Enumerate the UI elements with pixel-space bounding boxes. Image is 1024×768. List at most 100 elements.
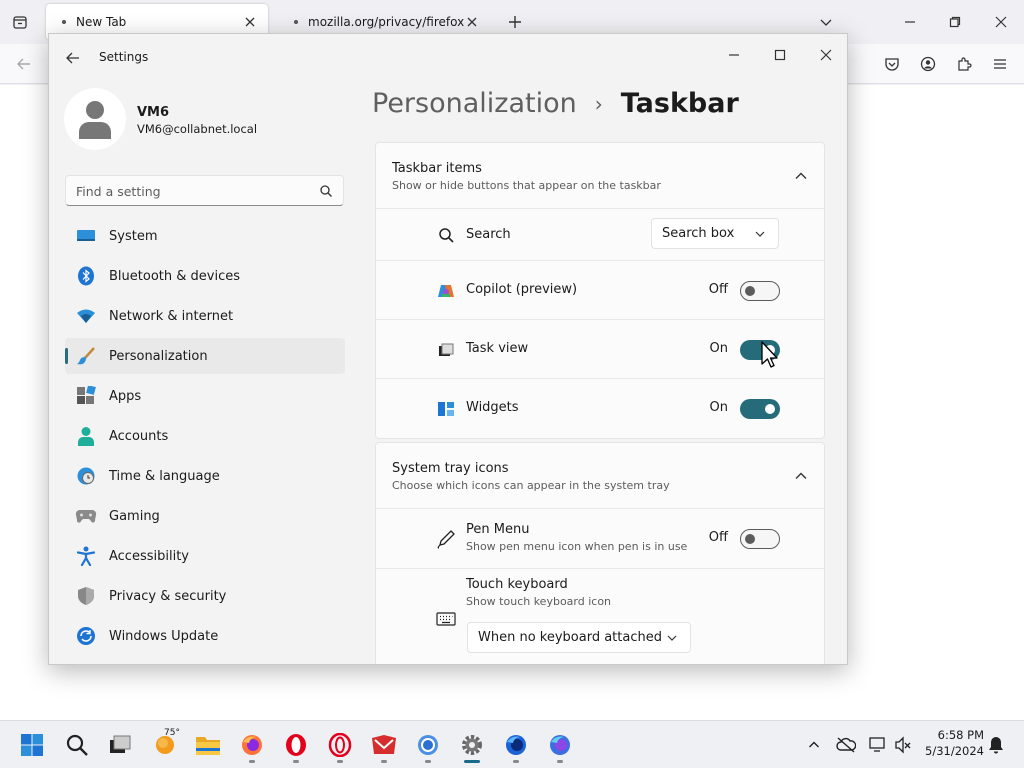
firefox-nightly-icon[interactable]: [546, 731, 574, 763]
vivaldi-mail-icon[interactable]: [370, 731, 398, 763]
apps-icon: [75, 385, 97, 407]
dropdown-value: When no keyboard attached: [478, 630, 662, 645]
minimize-icon[interactable]: [898, 10, 922, 34]
nav-item-bluetooth[interactable]: Bluetooth & devices: [65, 258, 345, 294]
nav-item-accounts[interactable]: Accounts: [65, 418, 345, 454]
chevron-up-icon[interactable]: [794, 169, 808, 183]
firefox-icon[interactable]: [238, 731, 266, 763]
copilot-row: Copilot (preview) Off: [376, 261, 824, 320]
nav-item-privacy-security[interactable]: Privacy & security: [65, 578, 345, 614]
chevron-down-icon: [667, 635, 677, 641]
opera-gx-icon[interactable]: [326, 731, 354, 763]
copilot-label: Copilot (preview): [466, 282, 578, 297]
chevron-down-icon: [755, 231, 765, 237]
system-tray-header[interactable]: System tray icons Choose which icons can…: [376, 443, 824, 509]
task-view-state: On: [709, 341, 728, 356]
page-title: Taskbar: [620, 88, 739, 119]
close-tab-icon[interactable]: [242, 14, 258, 30]
settings-close-icon[interactable]: [811, 40, 841, 70]
account-icon[interactable]: [918, 54, 938, 74]
nav-item-label: Time & language: [109, 468, 220, 484]
task-view-icon[interactable]: [106, 731, 134, 759]
close-tab-icon[interactable]: [464, 14, 480, 30]
file-explorer-icon[interactable]: [194, 731, 222, 759]
running-indicator: [249, 760, 255, 763]
new-tab-plus-icon[interactable]: [505, 12, 525, 32]
nav-item-windows-update[interactable]: Windows Update: [65, 618, 345, 654]
nav-item-personalization[interactable]: Personalization: [65, 338, 345, 374]
volume-muted-icon[interactable]: [893, 735, 913, 755]
hamburger-menu-icon[interactable]: [990, 54, 1010, 74]
nav-item-apps[interactable]: Apps: [65, 378, 345, 414]
card-description: Choose which icons can appear in the sys…: [392, 479, 670, 492]
nav-item-accessibility[interactable]: Accessibility: [65, 538, 345, 574]
taskbar-items-header[interactable]: Taskbar items Show or hide buttons that …: [376, 143, 824, 209]
search-mode-dropdown[interactable]: Search box: [651, 218, 779, 249]
nav-item-label: System: [109, 228, 158, 244]
tab-overflow-chevron-icon[interactable]: [814, 10, 838, 34]
extensions-icon[interactable]: [954, 54, 974, 74]
tab-list-icon[interactable]: [8, 10, 32, 34]
chrome-icon[interactable]: [414, 731, 442, 763]
widgets-state: On: [709, 400, 728, 415]
browser-tab-title: mozilla.org/privacy/firefox/: [308, 15, 464, 29]
pen-icon: [436, 529, 456, 549]
dropdown-value: Search box: [662, 226, 735, 241]
card-description: Show or hide buttons that appear on the …: [392, 179, 661, 192]
mouse-cursor-icon: [761, 341, 778, 368]
avatar[interactable]: [64, 88, 126, 150]
card-title: System tray icons: [392, 461, 509, 476]
pen-menu-toggle[interactable]: [740, 529, 780, 549]
keyboard-icon: [436, 609, 456, 629]
touch-keyboard-dropdown[interactable]: When no keyboard attached: [467, 622, 691, 653]
back-arrow-icon[interactable]: [63, 48, 83, 68]
settings-minimize-icon[interactable]: [719, 40, 749, 70]
breadcrumb-separator: ›: [594, 91, 603, 116]
nav-item-gaming[interactable]: Gaming: [65, 498, 345, 534]
settings-maximize-icon[interactable]: [765, 40, 795, 70]
pocket-icon[interactable]: [882, 54, 902, 74]
search-icon: [320, 185, 332, 197]
close-browser-icon[interactable]: [989, 10, 1013, 34]
breadcrumb-parent[interactable]: Personalization: [372, 88, 577, 119]
tray-overflow-chevron-icon[interactable]: [804, 735, 824, 755]
taskbar-clock-time[interactable]: 6:58 PM: [924, 728, 984, 742]
tab-dot-icon: [62, 20, 66, 24]
nav-item-network[interactable]: Network & internet: [65, 298, 345, 334]
running-indicator: [513, 760, 519, 763]
onedrive-offline-icon[interactable]: [836, 735, 856, 755]
tab-dot-icon: [294, 20, 298, 24]
opera-icon[interactable]: [282, 731, 310, 763]
notification-bell-icon[interactable]: [986, 735, 1006, 755]
browser-back-icon[interactable]: [14, 54, 34, 74]
nav-item-label: Accessibility: [109, 548, 189, 564]
user-email: VM6@collabnet.local: [137, 122, 258, 136]
running-indicator: [464, 760, 480, 763]
running-indicator: [381, 760, 387, 763]
restore-icon[interactable]: [943, 10, 967, 34]
network-monitor-icon[interactable]: [868, 735, 888, 755]
widgets-row: Widgets On: [376, 379, 824, 438]
search-label: Search: [466, 227, 511, 242]
widgets-toggle[interactable]: [740, 399, 780, 419]
nav-item-label: Network & internet: [109, 308, 234, 324]
card-title: Taskbar items: [392, 161, 482, 176]
chevron-up-icon[interactable]: [794, 469, 808, 483]
taskbar-search-icon[interactable]: [63, 731, 91, 759]
nav-item-system[interactable]: System: [65, 218, 345, 254]
toggle-knob: [745, 534, 755, 544]
widgets-label: Widgets: [466, 400, 519, 415]
find-setting-search[interactable]: [65, 175, 344, 206]
start-windows-icon[interactable]: [18, 731, 46, 759]
monitor-icon: [75, 225, 97, 247]
weather-temperature: 75°: [164, 728, 180, 738]
taskbar-clock-date[interactable]: 5/31/2024: [924, 744, 984, 758]
firefox-developer-icon[interactable]: [502, 731, 530, 763]
bluetooth-icon: [75, 265, 97, 287]
settings-gear-icon[interactable]: [458, 731, 486, 763]
nav-item-time-language[interactable]: Time & language: [65, 458, 345, 494]
pen-menu-state: Off: [708, 530, 728, 545]
copilot-toggle[interactable]: [740, 281, 780, 301]
toggle-knob: [745, 286, 755, 296]
search-input[interactable]: [76, 181, 306, 201]
